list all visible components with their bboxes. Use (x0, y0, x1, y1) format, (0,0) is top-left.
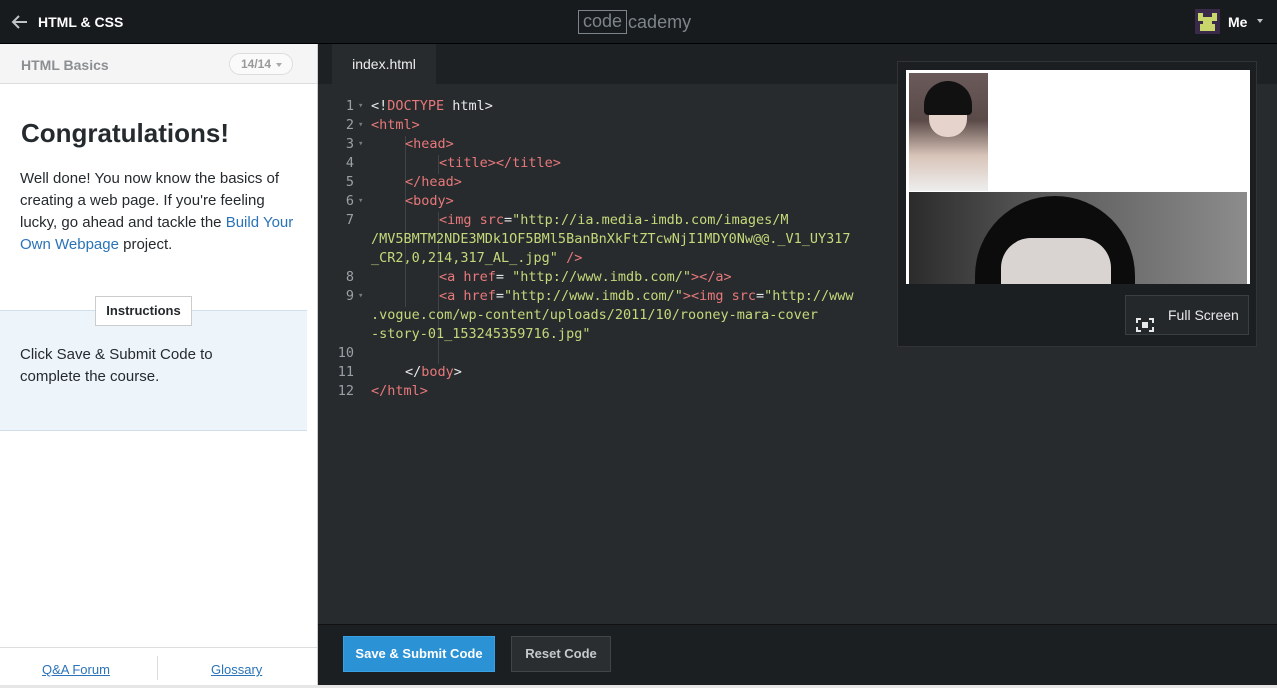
progress-dropdown[interactable]: 14/14 (229, 53, 293, 75)
logo-boxed-text: code (578, 10, 628, 34)
code-line: <a href= "http://www.imdb.com/"></a> (439, 269, 732, 285)
description-text-end: project. (118, 236, 173, 253)
course-title[interactable]: HTML & CSS (38, 14, 123, 30)
code-line: </head> (405, 174, 462, 190)
line-number: 12 (337, 383, 354, 399)
code-line: <img src="http://ia.media-imdb.com/image… (439, 212, 789, 228)
fullscreen-button[interactable]: Full Screen (1125, 295, 1249, 335)
indent-guide (405, 136, 406, 307)
qa-forum-link[interactable]: Q&A Forum (42, 662, 110, 677)
fold-icon[interactable]: ▾ (358, 196, 363, 206)
user-menu[interactable]: Me (1228, 14, 1247, 30)
code-line-wrap: _CR2,0,214,317_AL_.jpg" /> (371, 250, 583, 266)
code-line: <!DOCTYPE html> (371, 98, 493, 114)
lesson-panel: HTML Basics 14/14 Congratulations! Well … (0, 44, 318, 685)
fold-icon[interactable]: ▾ (358, 291, 363, 301)
line-number: 6 (345, 193, 354, 209)
chevron-down-icon[interactable] (1257, 19, 1263, 23)
code-line: </body> (405, 364, 462, 380)
progress-label: 14/14 (241, 57, 272, 71)
line-number: 11 (337, 364, 354, 380)
line-number: 2 (345, 117, 354, 133)
code-line: <body> (405, 193, 454, 209)
lesson-header: HTML Basics 14/14 (0, 44, 317, 84)
page-title: Congratulations! (21, 118, 229, 148)
preview-image-portrait[interactable] (909, 73, 988, 191)
instructions-text: Click Save & Submit Code to complete the… (20, 346, 213, 385)
line-number: 7 (345, 212, 354, 228)
code-line: </html> (371, 383, 428, 399)
top-bar: HTML & CSS code cademy Me (0, 0, 1277, 44)
codecademy-logo[interactable]: code cademy (578, 10, 691, 34)
section-name: HTML Basics (21, 57, 109, 73)
fold-icon[interactable]: ▾ (358, 139, 363, 149)
lesson-footer: Q&A Forum Glossary (0, 647, 317, 685)
arrow-left-icon[interactable] (10, 12, 30, 32)
chevron-down-icon (276, 63, 282, 67)
avatar[interactable] (1195, 9, 1220, 34)
logo-text: cademy (628, 12, 692, 32)
preview-frame[interactable] (906, 70, 1250, 284)
fullscreen-label: Full Screen (1168, 307, 1239, 323)
code-line: <title></title> (439, 155, 561, 171)
preview-panel: Full Screen (897, 61, 1257, 347)
line-number: 10 (337, 345, 354, 361)
line-number: 3 (345, 136, 354, 152)
preview-image-cover[interactable] (909, 192, 1247, 284)
glossary-link[interactable]: Glossary (211, 662, 262, 677)
code-line-wrap: .vogue.com/wp-content/uploads/2011/10/ro… (371, 307, 819, 323)
line-number: 1 (345, 98, 354, 114)
fold-icon[interactable]: ▾ (358, 101, 363, 111)
tab-index-html[interactable]: index.html (332, 44, 436, 84)
fold-icon[interactable]: ▾ (358, 120, 363, 130)
reset-code-button[interactable]: Reset Code (511, 636, 611, 672)
code-line: <html> (371, 117, 420, 133)
code-line: <a href="http://www.imdb.com/"><img src=… (439, 288, 854, 304)
line-number: 5 (345, 174, 354, 190)
instructions-tab: Instructions (95, 296, 192, 326)
lesson-description: Well done! You now know the basics of cr… (20, 168, 300, 256)
line-number: 4 (345, 155, 354, 171)
line-number: 9 (345, 288, 354, 304)
code-line-wrap: /MV5BMTM2NDE3MDk1OF5BMl5BanBnXkFtZTcwNjI… (371, 231, 851, 247)
action-bar: Save & Submit Code Reset Code (318, 624, 1277, 685)
divider (157, 656, 158, 680)
line-number: 8 (345, 269, 354, 285)
fullscreen-icon (1136, 308, 1154, 332)
code-line-wrap: -story-01_153245359716.jpg" (371, 326, 591, 342)
save-submit-button[interactable]: Save & Submit Code (343, 636, 495, 672)
code-line: <head> (405, 136, 454, 152)
